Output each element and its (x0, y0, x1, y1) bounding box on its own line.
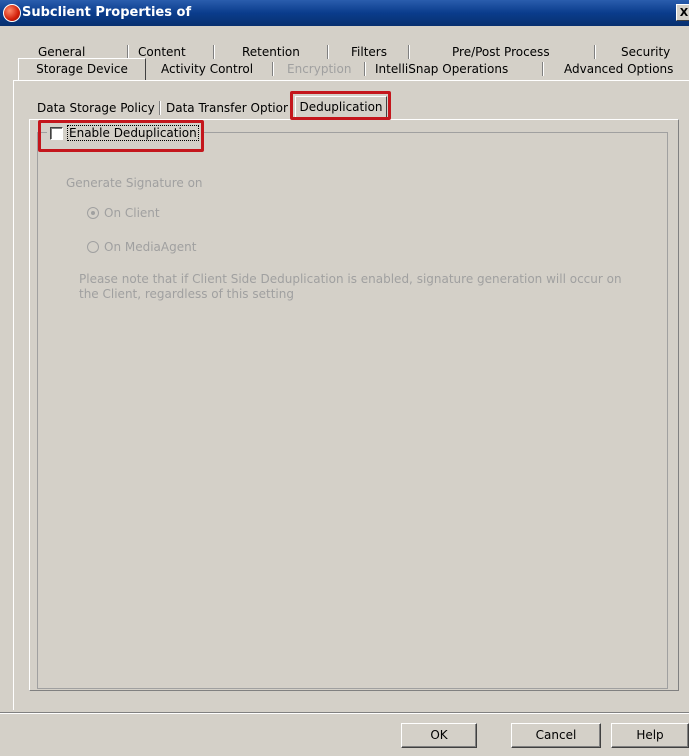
tab-separator (272, 62, 274, 76)
tab-advanced-options[interactable]: Advanced Options (564, 62, 673, 76)
enable-deduplication-highlight (38, 120, 204, 152)
tab-separator (364, 62, 366, 76)
tab-encryption[interactable]: Encryption (287, 62, 351, 76)
tab-separator (408, 45, 410, 59)
window-title: Subclient Properties of (22, 5, 192, 20)
on-mediaagent-label[interactable]: On MediaAgent (104, 240, 196, 254)
signature-note: Please note that if Client Side Deduplic… (79, 272, 622, 301)
generate-signature-heading: Generate Signature on (66, 176, 203, 190)
tab-filters[interactable]: Filters (351, 45, 387, 59)
ok-button[interactable]: OK (401, 723, 477, 748)
tab-general[interactable]: General (38, 45, 85, 59)
tab-separator (127, 45, 129, 59)
tab-intellisnap-operations[interactable]: IntelliSnap Operations (375, 62, 508, 76)
tab-activity-control[interactable]: Activity Control (161, 62, 253, 76)
tab-pre-post-process[interactable]: Pre/Post Process (452, 45, 550, 59)
tab-security[interactable]: Security (621, 45, 670, 59)
on-client-label[interactable]: On Client (104, 206, 160, 220)
on-client-radio[interactable] (87, 207, 99, 219)
tab-data-storage-policy[interactable]: Data Storage Policy (37, 101, 155, 115)
cancel-button[interactable]: Cancel (511, 723, 601, 748)
tab-retention[interactable]: Retention (242, 45, 300, 59)
on-mediaagent-radio[interactable] (87, 241, 99, 253)
tab-separator (327, 45, 329, 59)
tab-separator (159, 101, 161, 115)
tab-storage-device[interactable]: Storage Device (18, 58, 146, 80)
divider (0, 713, 689, 714)
tab-data-transfer-option[interactable]: Data Transfer Option (166, 101, 288, 115)
title-bar: Subclient Properties of X (0, 0, 689, 26)
tab-content[interactable]: Content (138, 45, 186, 59)
help-button[interactable]: Help (611, 723, 689, 748)
close-icon[interactable]: X (676, 4, 689, 21)
tab-separator (594, 45, 596, 59)
tab-separator (213, 45, 215, 59)
deduplication-tab-highlight (290, 91, 391, 120)
tab-separator (542, 62, 544, 76)
app-logo-icon (3, 4, 21, 22)
